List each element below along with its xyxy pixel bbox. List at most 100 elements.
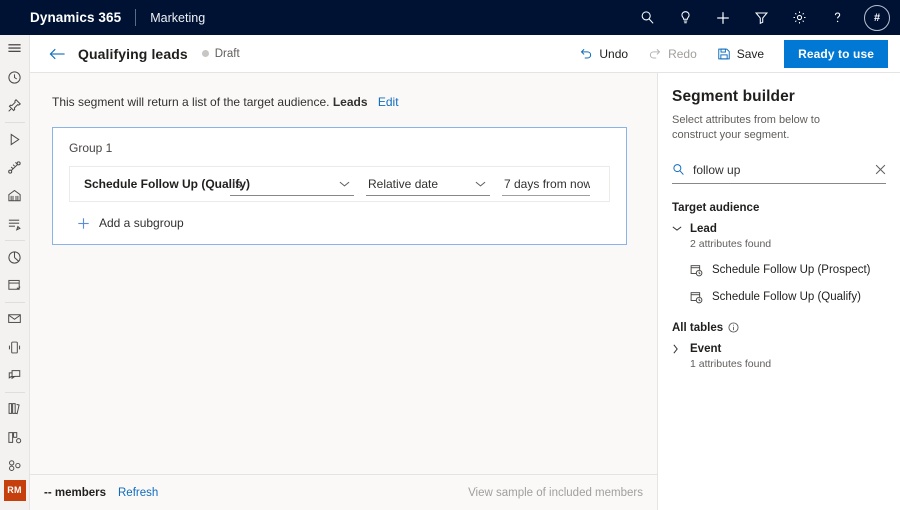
play-icon[interactable]	[0, 125, 30, 153]
rail-divider	[5, 122, 25, 123]
left-nav-rail: RM	[0, 35, 30, 510]
save-button[interactable]: Save	[707, 40, 774, 68]
rail-divider	[5, 392, 25, 393]
user-avatar[interactable]: #	[864, 5, 890, 31]
rule-operator-dropdown[interactable]: Is	[230, 172, 354, 196]
members-count: -- members	[44, 487, 106, 499]
search-icon[interactable]	[634, 5, 660, 31]
refresh-link[interactable]: Refresh	[118, 487, 158, 499]
attribute-item-qualify[interactable]: Schedule Follow Up (Qualify)	[690, 291, 886, 304]
undo-icon	[579, 47, 593, 61]
redo-button[interactable]: Redo	[638, 40, 707, 68]
social-post-icon[interactable]	[0, 361, 30, 389]
panel-subtitle: Select attributes from below to construc…	[672, 113, 862, 143]
undo-label: Undo	[599, 47, 628, 61]
rule-value-type-value: Relative date	[366, 177, 475, 191]
datetime-field-icon	[690, 291, 703, 304]
group-card: Group 1 Schedule Follow Up (Qualify) Is …	[52, 127, 627, 245]
connections-icon[interactable]	[0, 451, 30, 479]
save-disk-icon	[717, 47, 731, 61]
attribute-item-label: Schedule Follow Up (Qualify)	[712, 291, 861, 303]
canvas-footer: -- members Refresh View sample of includ…	[30, 474, 658, 510]
question-icon[interactable]	[824, 5, 850, 31]
command-bar: Qualifying leads Draft Undo	[30, 35, 900, 73]
rule-operator-value: Is	[230, 177, 339, 191]
segment-description: This segment will return a list of the t…	[52, 95, 637, 109]
tree-node-lead-count: 2 attributes found	[690, 238, 886, 250]
top-brand-bar: Dynamics 365 Marketing	[0, 0, 900, 35]
rule-value-input[interactable]: 7 days from now	[502, 172, 590, 196]
brand-divider	[135, 9, 136, 26]
status-badge: Draft	[202, 48, 240, 60]
attribute-item-prospect[interactable]: Schedule Follow Up (Prospect)	[690, 264, 886, 277]
app-name: Marketing	[150, 11, 205, 25]
info-icon[interactable]	[728, 322, 739, 333]
form-icon[interactable]	[0, 210, 30, 238]
rule-row: Schedule Follow Up (Qualify) Is Relative…	[69, 166, 610, 202]
event-icon[interactable]	[0, 182, 30, 210]
segment-builder-panel: Segment builder Select attributes from b…	[658, 73, 900, 510]
templates-icon[interactable]	[0, 423, 30, 451]
tree-node-event-count: 1 attributes found	[690, 358, 886, 370]
topbar-icon-group: #	[634, 5, 890, 31]
segment-canvas: This segment will return a list of the t…	[30, 73, 658, 474]
segments-pie-icon[interactable]	[0, 243, 30, 271]
target-audience-label: Target audience	[672, 202, 759, 214]
mobile-icon[interactable]	[0, 333, 30, 361]
rule-attribute-label: Schedule Follow Up (Qualify)	[84, 177, 230, 191]
tree-node-event[interactable]: Event	[672, 343, 886, 355]
panel-title: Segment builder	[672, 88, 886, 106]
library-icon[interactable]	[0, 395, 30, 423]
status-label: Draft	[215, 48, 240, 60]
tree-node-event-label: Event	[690, 343, 721, 355]
target-audience-heading: Target audience	[672, 202, 886, 214]
back-arrow-icon[interactable]	[44, 41, 70, 67]
gear-icon[interactable]	[786, 5, 812, 31]
attribute-item-label: Schedule Follow Up (Prospect)	[712, 264, 871, 276]
email-icon[interactable]	[0, 305, 30, 333]
redo-label: Redo	[668, 47, 697, 61]
rail-divider	[5, 302, 25, 303]
search-icon	[672, 163, 685, 176]
group-label: Group 1	[69, 141, 610, 155]
recent-clock-icon[interactable]	[0, 63, 30, 91]
tree-node-lead-label: Lead	[690, 223, 717, 235]
journey-icon[interactable]	[0, 153, 30, 181]
attribute-search-box[interactable]: follow up	[672, 157, 886, 184]
command-actions: Undo Redo S	[569, 40, 888, 68]
hamburger-menu-icon[interactable]	[0, 35, 30, 63]
rule-value-text: 7 days from now	[502, 177, 590, 191]
undo-button[interactable]: Undo	[569, 40, 638, 68]
filter-icon[interactable]	[748, 5, 774, 31]
redo-icon	[648, 47, 662, 61]
brand-name: Dynamics 365	[30, 10, 121, 25]
close-icon[interactable]	[875, 164, 886, 175]
tree-node-lead[interactable]: Lead	[672, 223, 886, 235]
ready-to-use-button[interactable]: Ready to use	[784, 40, 888, 68]
pin-icon[interactable]	[0, 92, 30, 120]
chevron-down-icon	[339, 180, 354, 188]
all-tables-label: All tables	[672, 322, 723, 334]
add-subgroup-label: Add a subgroup	[99, 216, 184, 230]
plus-icon[interactable]	[710, 5, 736, 31]
datetime-field-icon	[690, 264, 703, 277]
add-subgroup-button[interactable]: Add a subgroup	[77, 216, 184, 230]
chevron-down-icon	[475, 180, 490, 188]
rule-value-type-dropdown[interactable]: Relative date	[366, 172, 490, 196]
chevron-down-icon	[672, 225, 682, 232]
page-title: Qualifying leads	[78, 46, 188, 62]
lightbulb-icon[interactable]	[672, 5, 698, 31]
segment-description-text: This segment will return a list of the t…	[52, 95, 329, 109]
plus-icon	[77, 217, 90, 230]
segment-entity: Leads	[333, 95, 368, 109]
app-root: Dynamics 365 Marketing	[0, 0, 900, 510]
view-sample-link[interactable]: View sample of included members	[468, 487, 643, 499]
marketing-page-icon[interactable]	[0, 271, 30, 299]
rail-divider	[5, 240, 25, 241]
attribute-search-input[interactable]: follow up	[693, 163, 867, 177]
all-tables-heading: All tables	[672, 322, 886, 334]
save-label: Save	[737, 47, 764, 61]
status-dot-icon	[202, 50, 209, 57]
rail-user-avatar[interactable]: RM	[4, 480, 26, 501]
edit-entity-link[interactable]: Edit	[378, 95, 399, 109]
